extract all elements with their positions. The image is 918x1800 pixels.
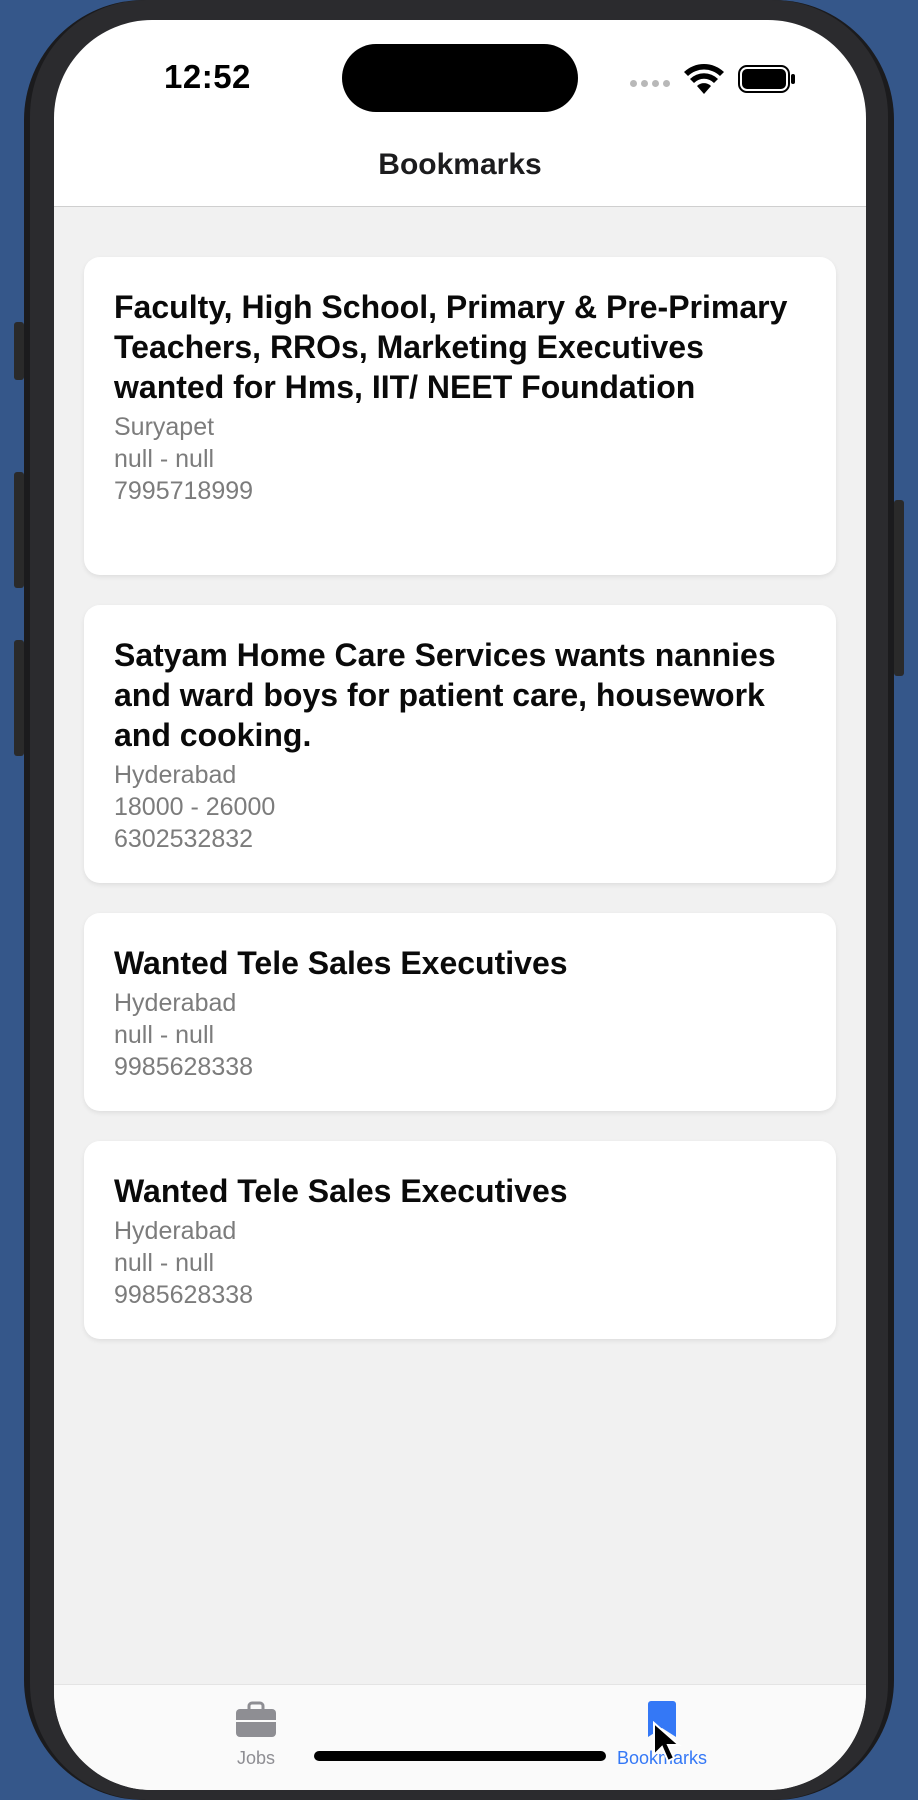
job-salary: null - null [114,1249,215,1277]
dynamic-island [342,44,578,112]
job-salary: null - null [114,445,215,473]
mouse-pointer-icon [653,1721,682,1763]
phone-volume-down-button [14,640,24,756]
job-location: Hyderabad [114,1217,237,1245]
phone-volume-up-button [14,472,24,588]
bookmark-card[interactable]: Faculty, High School, Primary & Pre-Prim… [84,257,836,575]
job-phone: 7995718999 [114,477,254,505]
job-salary: 18000 - 26000 [114,793,276,821]
job-title: Wanted Tele Sales Executives [114,945,568,981]
job-title: Satyam Home Care Services wants nannies … [114,637,776,753]
job-phone: 9985628338 [114,1281,254,1309]
wifi-icon [684,64,724,94]
tab-bar: Jobs Bookmarks [54,1684,866,1790]
phone-power-button [894,500,904,676]
status-bar: 12:52 [54,20,866,150]
job-phone: 9985628338 [114,1053,254,1081]
job-location: Suryapet [114,413,215,441]
bookmark-card[interactable]: Wanted Tele Sales Executives Hyderabad n… [84,913,836,1111]
cellular-signal-icon [630,80,670,87]
job-title: Wanted Tele Sales Executives [114,1173,568,1209]
bookmarks-list: Faculty, High School, Primary & Pre-Prim… [54,207,866,1684]
app-screen: 12:52 Bookmarks Faculty, High School, Pr… [54,20,866,1790]
job-salary: null - null [114,1021,215,1049]
status-time: 12:52 [164,58,251,95]
bookmark-card[interactable]: Satyam Home Care Services wants nannies … [84,605,836,883]
phone-action-button [14,322,24,380]
job-location: Hyderabad [114,761,237,789]
briefcase-icon [236,1701,276,1737]
job-phone: 6302532832 [114,825,254,853]
home-indicator[interactable] [314,1751,606,1761]
bookmark-card[interactable]: Wanted Tele Sales Executives Hyderabad n… [84,1141,836,1339]
job-location: Hyderabad [114,989,237,1017]
page-title: Bookmarks [378,148,542,181]
job-title: Faculty, High School, Primary & Pre-Prim… [114,289,788,405]
battery-icon [738,65,795,93]
